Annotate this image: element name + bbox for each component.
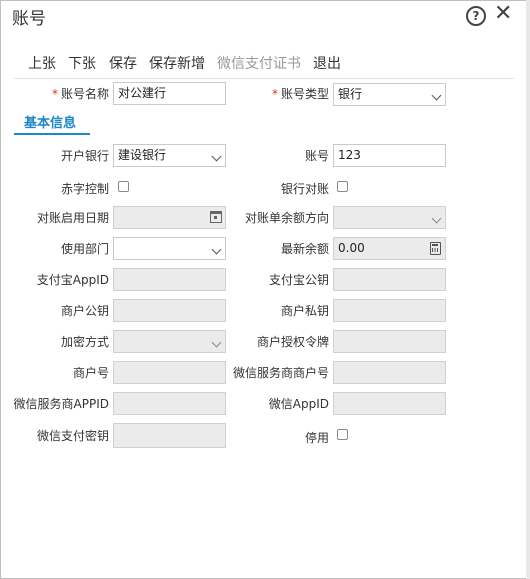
merchant-public-key-input[interactable] — [113, 299, 226, 322]
calendar-icon[interactable] — [210, 211, 222, 223]
wechat-appid-label: 微信AppID — [268, 397, 329, 411]
save-button[interactable]: 保存 — [109, 53, 137, 73]
bank-label: 开户银行 — [60, 149, 109, 163]
prev-button[interactable]: 上张 — [28, 53, 56, 73]
chevron-down-icon — [211, 337, 222, 348]
tab-underline — [14, 133, 90, 135]
merchant-no-input[interactable] — [113, 361, 226, 384]
required-mark: * — [271, 87, 278, 101]
account-no-input[interactable]: 123 — [333, 144, 446, 167]
alipay-public-key-input[interactable] — [333, 268, 446, 291]
exit-button[interactable]: 退出 — [313, 53, 341, 73]
latest-balance-input[interactable]: 0.00 — [333, 237, 446, 260]
account-name-label: * 账号名称 — [51, 87, 109, 101]
merchant-private-key-label: 商户私钥 — [280, 304, 329, 318]
close-icon[interactable]: ✕ — [494, 2, 512, 26]
wechat-appid-input[interactable] — [333, 392, 446, 415]
bank-reconcile-checkbox[interactable] — [337, 181, 348, 192]
merchant-auth-token-input[interactable] — [333, 330, 446, 353]
wechat-cert-button[interactable]: 微信支付证书 — [217, 53, 301, 73]
background-edge — [526, 0, 530, 579]
account-type-select[interactable]: 银行 — [333, 83, 446, 106]
account-no-label: 账号 — [304, 149, 329, 163]
dialog-title: 账号 — [12, 9, 46, 29]
toolbar-divider — [14, 78, 514, 79]
encryption-label: 加密方式 — [60, 335, 109, 349]
alipay-appid-label: 支付宝AppID — [36, 273, 109, 287]
chevron-down-icon — [211, 151, 222, 162]
save-and-new-button[interactable]: 保存新增 — [149, 53, 205, 73]
bank-select[interactable]: 建设银行 — [113, 144, 226, 167]
help-icon[interactable]: ? — [466, 6, 486, 26]
department-label: 使用部门 — [60, 242, 109, 256]
chevron-down-icon — [431, 213, 442, 224]
reconcile-start-date-label: 对账启用日期 — [36, 211, 109, 225]
wechat-sp-appid-label: 微信服务商APPID — [13, 397, 109, 411]
wechat-sp-merchant-no-input[interactable] — [333, 361, 446, 384]
wechat-pay-key-label: 微信支付密钥 — [36, 429, 109, 443]
red-control-label: 赤字控制 — [60, 182, 109, 196]
account-type-label: * 账号类型 — [271, 87, 329, 101]
required-mark: * — [51, 87, 58, 101]
merchant-public-key-label: 商户公钥 — [60, 304, 109, 318]
alipay-appid-input[interactable] — [113, 268, 226, 291]
latest-balance-label: 最新余额 — [280, 242, 329, 256]
chevron-down-icon — [211, 244, 222, 255]
disabled-checkbox[interactable] — [337, 429, 348, 440]
account-name-input[interactable]: 对公建行 — [113, 82, 226, 105]
merchant-auth-token-label: 商户授权令牌 — [256, 335, 329, 349]
wechat-pay-key-input[interactable] — [113, 423, 226, 448]
statement-direction-select[interactable] — [333, 206, 446, 229]
department-select[interactable] — [113, 237, 226, 260]
alipay-public-key-label: 支付宝公钥 — [268, 273, 329, 287]
disabled-label: 停用 — [304, 431, 329, 445]
chevron-down-icon — [431, 90, 442, 101]
tab-basic-info[interactable]: 基本信息 — [24, 112, 76, 131]
calculator-icon[interactable] — [430, 242, 441, 255]
encryption-select[interactable] — [113, 330, 226, 353]
bank-reconcile-label: 银行对账 — [280, 182, 329, 196]
reconcile-start-date-input[interactable] — [113, 206, 226, 229]
wechat-sp-merchant-no-label: 微信服务商商户号 — [232, 366, 329, 380]
next-button[interactable]: 下张 — [68, 53, 96, 73]
merchant-private-key-input[interactable] — [333, 299, 446, 322]
wechat-sp-appid-input[interactable] — [113, 392, 226, 415]
merchant-no-label: 商户号 — [72, 366, 109, 380]
red-control-checkbox[interactable] — [118, 181, 129, 192]
statement-direction-label: 对账单余额方向 — [244, 211, 329, 225]
